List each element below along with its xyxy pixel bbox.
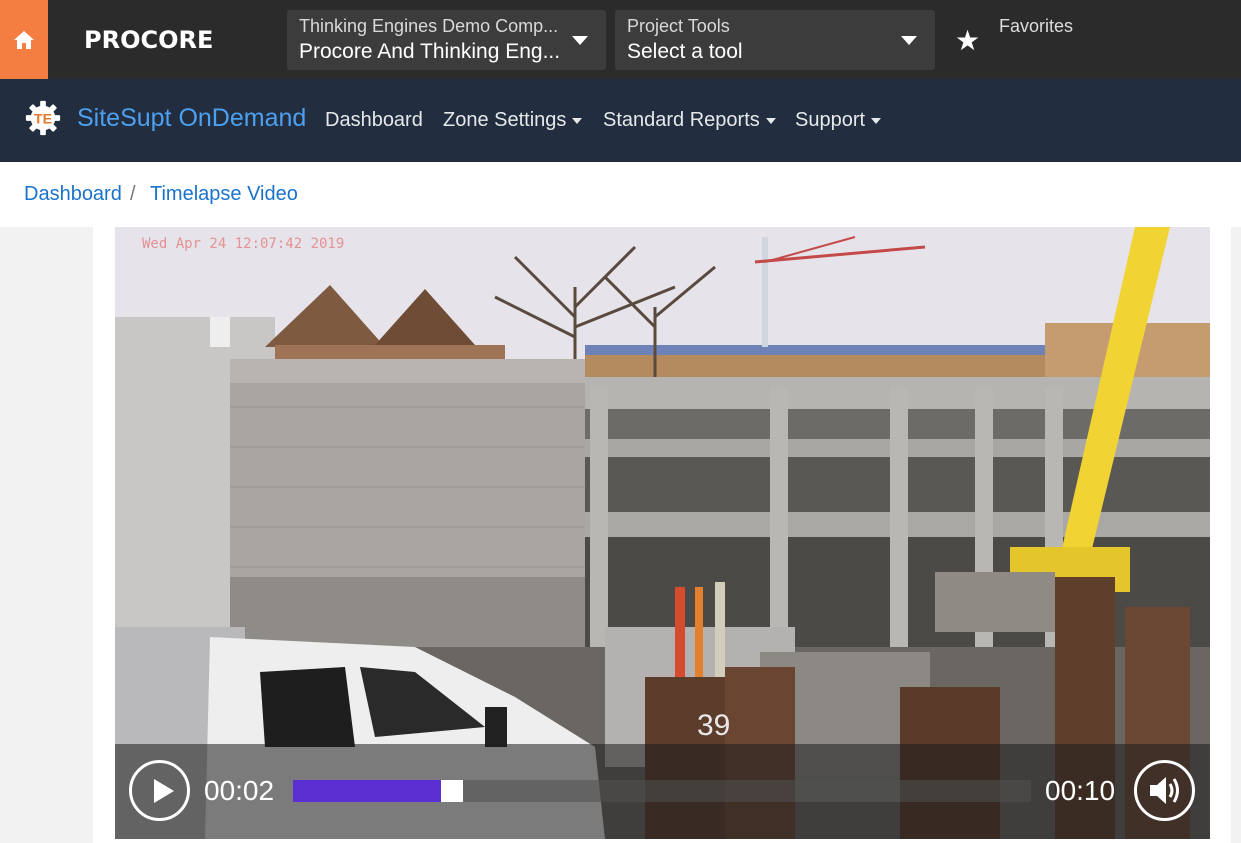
project-tools-value: Select a tool [627,40,743,63]
chevron-down-icon [572,36,588,45]
star-icon[interactable]: ★ [955,24,980,57]
play-icon [154,779,174,803]
breadcrumb: Dashboard / Timelapse Video [0,162,1241,227]
home-icon [14,30,34,49]
breadcrumb-separator: / [130,183,136,205]
app-title[interactable]: SiteSupt OnDemand [77,104,306,133]
nav-dashboard[interactable]: Dashboard [325,109,423,132]
caret-down-icon [572,117,583,124]
current-time: 00:02 [204,775,275,806]
nav-label: Dashboard [325,109,423,131]
company-project-selector[interactable]: Thinking Engines Demo Comp... Procore An… [287,10,606,70]
nav-support[interactable]: Support [795,109,882,132]
steel-plate-number: 39 [697,709,730,742]
app-navbar: TE SiteSupt OnDemand Dashboard Zone Sett… [0,79,1241,162]
project-tools-label: Project Tools [627,16,730,36]
nav-label: Standard Reports [603,109,760,131]
app-logo-text: TE [34,112,52,128]
home-button[interactable] [0,0,48,79]
volume-icon [1150,777,1179,804]
seek-bar[interactable] [293,780,1031,802]
procore-logo[interactable]: PROCORE [84,26,213,54]
breadcrumb-dashboard[interactable]: Dashboard [24,183,122,206]
volume-button[interactable] [1134,760,1195,821]
caret-down-icon [871,117,882,124]
nav-label: Zone Settings [443,109,567,131]
total-time: 00:10 [1045,775,1116,806]
breadcrumb-timelapse-video[interactable]: Timelapse Video [150,183,298,206]
project-tools-selector[interactable]: Project Tools Select a tool [615,10,935,70]
procore-topbar: PROCORE Thinking Engines Demo Comp... Pr… [0,0,1241,79]
gear-logo-icon[interactable]: TE [24,99,62,137]
chevron-down-icon [901,36,917,45]
nav-standard-reports[interactable]: Standard Reports [603,109,776,132]
project-name: Procore And Thinking Eng... [299,40,561,63]
video-controls: 00:02 00:10 [115,744,1210,839]
nav-label: Support [795,109,866,131]
favorites-label[interactable]: Favorites [999,16,1073,37]
video-timestamp: Wed Apr 24 12:07:42 2019 [142,236,345,252]
play-button[interactable] [129,760,190,821]
company-name: Thinking Engines Demo Comp... [299,16,559,36]
timelapse-video-player[interactable]: 39 Wed Apr 24 12:07:42 2019 00:02 00:10 [115,227,1210,839]
caret-down-icon [765,117,776,124]
seek-progress [293,780,441,802]
nav-zone-settings[interactable]: Zone Settings [443,109,583,132]
